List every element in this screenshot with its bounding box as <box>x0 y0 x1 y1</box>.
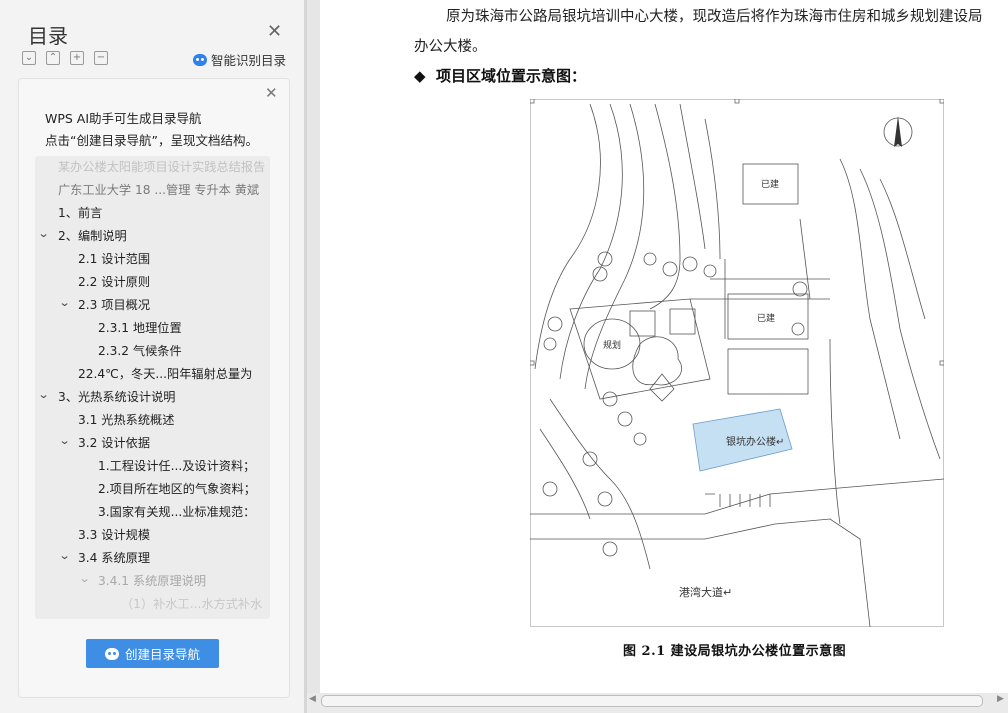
scroll-left-icon[interactable]: ◀ <box>309 694 316 704</box>
tree <box>582 451 598 467</box>
built-block <box>727 348 809 395</box>
toc-item[interactable]: 3.3 设计规模 <box>78 524 150 546</box>
figure-frame <box>530 99 944 627</box>
toc-item[interactable]: 3.1 光热系统概述 <box>78 409 174 431</box>
road-edge <box>829 338 841 525</box>
tree <box>703 264 717 278</box>
body-text-line: 办公大楼。 <box>414 39 487 55</box>
tree <box>597 491 613 507</box>
tree <box>547 316 563 332</box>
label-road: 港湾大道↵ <box>679 585 732 599</box>
north-arrow-icon <box>883 116 913 147</box>
scroll-right-icon[interactable]: ▶ <box>997 694 1004 704</box>
contour-line <box>539 428 591 520</box>
planned-shape <box>629 310 656 337</box>
toc-item[interactable]: 2.3.2 气候条件 <box>98 340 182 362</box>
diamond-bullet-icon: ◆ <box>414 67 426 85</box>
chevron-down-icon[interactable]: ⌄ <box>79 572 91 585</box>
label-built-1: 已建 <box>761 178 779 190</box>
label-office: 银坑办公楼↵ <box>726 435 784 448</box>
figure-caption: 图 2.1 建设局银坑办公楼位置示意图 <box>623 644 847 659</box>
tree <box>791 322 805 336</box>
contour-line <box>649 103 681 310</box>
toc-item[interactable]: 3.4.1 系统原理说明 <box>98 570 206 592</box>
road-edge <box>799 218 811 300</box>
contour-line <box>704 118 721 260</box>
chevron-down-icon[interactable]: ⌄ <box>59 549 71 562</box>
toc-item[interactable]: 某办公楼太阳能项目设计实践总结报告 <box>58 156 265 178</box>
toc-item[interactable]: 3.国家有关规...业标准规范： <box>98 501 255 523</box>
toc-item[interactable]: 22.4℃，冬天...阳年辐射总量为 <box>78 363 252 385</box>
toc-item[interactable]: 2、编制说明 <box>58 225 127 247</box>
contour-line <box>879 178 926 320</box>
smart-recognize-button[interactable]: 智能识别目录 <box>193 50 286 69</box>
card-close-icon[interactable]: ✕ <box>265 84 278 102</box>
remove-level-icon[interactable]: − <box>94 51 108 65</box>
toc-title: 目录 <box>28 24 68 48</box>
toc-item[interactable]: 2.1 设计范围 <box>78 248 150 270</box>
smart-recognize-label: 智能识别目录 <box>211 53 287 68</box>
chevron-down-icon[interactable]: ⌄ <box>38 227 50 240</box>
chevron-down-icon[interactable]: ⌄ <box>59 296 71 309</box>
resize-handle <box>530 360 535 366</box>
contour-line <box>679 103 706 250</box>
planned-plot-outline <box>569 298 711 400</box>
ai-bot-icon <box>193 53 207 66</box>
create-toc-button[interactable]: 创建目录导航 <box>86 639 219 668</box>
toc-item[interactable]: 2.3.1 地理位置 <box>98 317 182 339</box>
toc-item[interactable]: 1.工程设计任...及设计资料； <box>98 455 255 477</box>
ai-bot-icon <box>104 647 119 660</box>
toc-item[interactable]: 2.2 设计原则 <box>78 271 150 293</box>
toc-item[interactable]: 3、光热系统设计说明 <box>58 386 175 408</box>
contour-line <box>839 158 901 440</box>
ai-hint-line1: WPS AI助手可生成目录导航 <box>45 111 202 126</box>
contour-line <box>859 168 941 460</box>
chevron-down-icon[interactable]: ⌄ <box>59 434 71 447</box>
toc-item[interactable]: 1、前言 <box>58 202 102 224</box>
resize-handle <box>530 99 535 104</box>
toc-item[interactable]: 2.3 项目概况 <box>78 294 150 316</box>
tree <box>602 541 618 557</box>
chevron-down-icon[interactable]: ⌄ <box>38 388 50 401</box>
contour-line <box>534 103 601 370</box>
site-plan-figure[interactable]: 已建 已建 规划 银坑办公楼↵ 港湾大道↵ <box>530 99 944 627</box>
tree <box>617 411 633 427</box>
contour-line <box>549 398 651 570</box>
label-built-2: 已建 <box>757 312 775 324</box>
toc-close-icon[interactable]: ✕ <box>267 21 282 42</box>
section-heading-text: 项目区域位置示意图： <box>436 67 587 85</box>
tree <box>543 337 557 351</box>
section-heading: ◆ 项目区域位置示意图： <box>414 65 586 86</box>
road-edge <box>530 518 871 627</box>
create-toc-label: 创建目录导航 <box>124 647 200 662</box>
scrollbar-thumb[interactable] <box>321 695 983 707</box>
tree <box>682 256 698 272</box>
tree <box>643 252 657 266</box>
resize-handle <box>939 360 944 366</box>
planned-shape <box>632 336 682 386</box>
toc-item[interactable]: 3.2 设计依据 <box>78 432 150 454</box>
resize-handle <box>939 99 944 104</box>
parking-lines <box>705 493 771 507</box>
toc-item[interactable]: 广东工业大学 18 ...管理 专升本 黄斌 <box>58 179 259 201</box>
expand-up-icon[interactable]: ⌃ <box>46 51 60 65</box>
body-text-line: 原为珠海市公路局银坑培训中心大楼，现改造后将作为珠海市住房和城乡规划建设局 <box>446 9 983 25</box>
contour-line <box>559 103 623 380</box>
tree <box>633 432 647 446</box>
collapse-all-icon[interactable]: ⌄ <box>22 51 36 65</box>
road-edge <box>530 478 944 515</box>
resize-handle <box>734 99 740 104</box>
toc-item[interactable]: （1）补水工...水方式补水 <box>121 593 262 615</box>
toc-item[interactable]: 2.项目所在地区的气象资料； <box>98 478 256 500</box>
ai-hint-line2: 点击“创建目录导航”，呈现文档结构。 <box>45 133 258 148</box>
planned-shape <box>669 308 696 335</box>
toc-item[interactable]: 3.4 系统原理 <box>78 547 150 569</box>
tree <box>602 391 618 407</box>
tree <box>542 481 558 497</box>
tree <box>662 261 678 277</box>
label-planned: 规划 <box>603 339 621 351</box>
add-level-icon[interactable]: + <box>70 51 84 65</box>
